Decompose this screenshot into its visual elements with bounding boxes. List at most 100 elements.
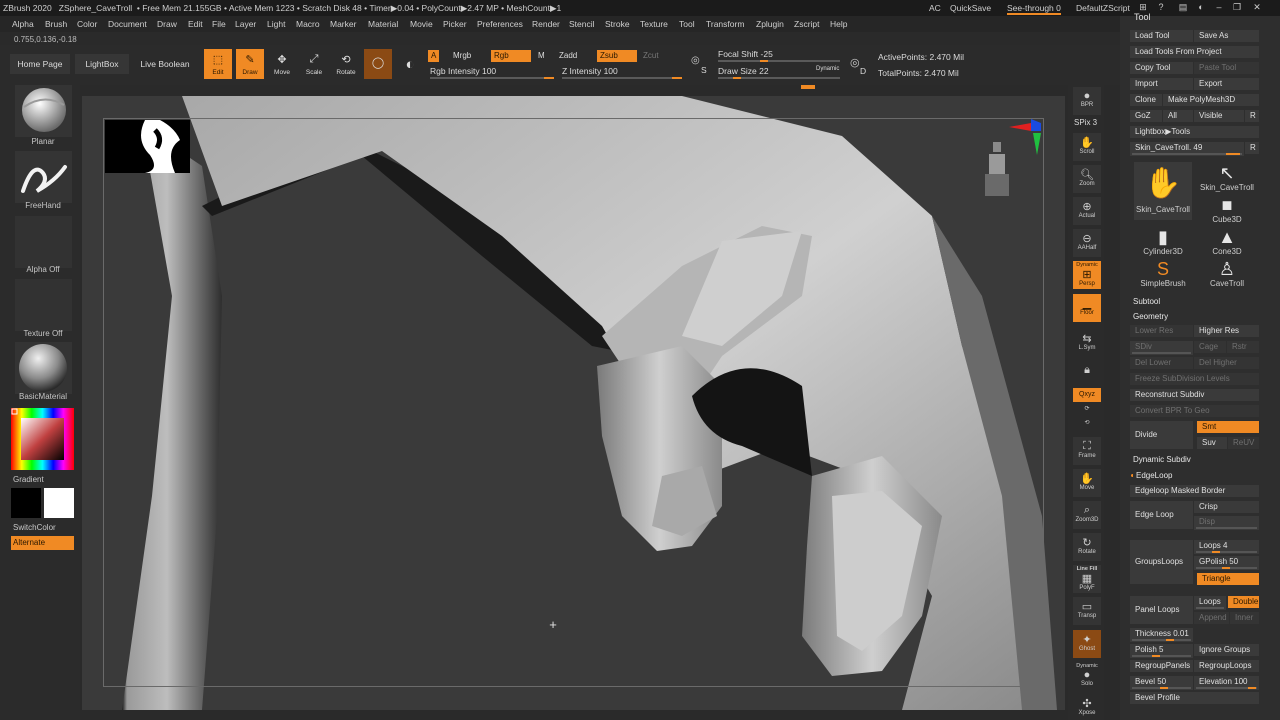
load-from-project-button[interactable]: Load Tools From Project	[1130, 46, 1259, 58]
menu-stencil[interactable]: Stencil	[569, 19, 595, 29]
rotate-mode-button[interactable]: ⟲ Rotate	[332, 49, 360, 79]
regroup-panels-toggle[interactable]: RegroupPanels	[1130, 660, 1193, 672]
texture-thumbnail[interactable]	[15, 279, 72, 331]
suv-toggle[interactable]: Suv	[1197, 437, 1227, 449]
viewport-canvas[interactable]	[82, 96, 1065, 710]
rotate-y-icon[interactable]: ⟳	[1073, 405, 1101, 419]
zcut-toggle[interactable]: Zcut	[640, 50, 662, 62]
persp-button[interactable]: Dynamic ⊞ Persp	[1073, 261, 1101, 289]
append-toggle[interactable]: Append	[1194, 612, 1229, 624]
menu-marker[interactable]: Marker	[330, 19, 356, 29]
quicksave-button[interactable]: QuickSave	[950, 3, 991, 13]
loops-slider[interactable]: Loops 4	[1194, 540, 1259, 554]
material-sphere-button[interactable]: ◐	[396, 49, 424, 79]
goz-visible-button[interactable]: Visible	[1194, 110, 1244, 122]
import-button[interactable]: Import	[1130, 78, 1193, 90]
geometry-header[interactable]: Geometry	[1130, 311, 1259, 323]
regroup-loops-toggle[interactable]: RegroupLoops	[1194, 660, 1259, 672]
menu-macro[interactable]: Macro	[296, 19, 320, 29]
focal-icon[interactable]: ◎	[691, 55, 700, 66]
zadd-toggle[interactable]: Zadd	[556, 50, 580, 62]
menu-help[interactable]: Help	[830, 19, 847, 29]
minimize-icon[interactable]: –	[1212, 2, 1226, 14]
lower-res-button[interactable]: Lower Res	[1130, 325, 1193, 337]
focal-shift-track[interactable]	[718, 60, 840, 62]
bpr-button[interactable]: ● BPR	[1073, 87, 1101, 115]
crisp-toggle[interactable]: Crisp	[1194, 501, 1259, 513]
spix-slider[interactable]: SPix 3	[1074, 118, 1097, 127]
scale-mode-button[interactable]: ⤢ Scale	[300, 49, 328, 79]
help-icon[interactable]: ?	[1154, 2, 1168, 14]
goz-all-button[interactable]: All	[1163, 110, 1193, 122]
axis-gizmo[interactable]	[1005, 117, 1045, 157]
menu-color[interactable]: Color	[77, 19, 97, 29]
lightbox-tools-button[interactable]: Lightbox▶Tools	[1130, 126, 1259, 138]
load-tool-button[interactable]: Load Tool	[1130, 30, 1193, 42]
thickness-slider[interactable]: Thickness 0.01	[1130, 628, 1193, 642]
floor-button[interactable]: ▁ Floor	[1073, 294, 1101, 322]
menu-zplugin[interactable]: Zplugin	[756, 19, 784, 29]
panel-loops-slider[interactable]: Loops	[1194, 596, 1226, 610]
main-color-swatch[interactable]	[11, 488, 41, 518]
export-button[interactable]: Export	[1194, 78, 1259, 90]
menu-texture[interactable]: Texture	[640, 19, 668, 29]
menu-render[interactable]: Render	[532, 19, 560, 29]
ignore-groups-toggle[interactable]: Ignore Groups	[1194, 644, 1259, 656]
default-zscript-button[interactable]: DefaultZScript	[1076, 3, 1130, 13]
paste-tool-button[interactable]: Paste Tool	[1194, 62, 1259, 74]
polyf-button[interactable]: Line Fill ▦ PolyF	[1073, 565, 1101, 593]
goz-r-button[interactable]: R	[1245, 110, 1259, 122]
aahalf-button[interactable]: ⊖ AAHalf	[1073, 229, 1101, 257]
edit-mode-button[interactable]: ⬚ Edit	[204, 49, 232, 79]
dynamic-toggle[interactable]: Dynamic	[816, 66, 839, 72]
rgb-toggle[interactable]: Rgb	[491, 50, 531, 62]
edgeloop-header[interactable]: EdgeLoop	[1133, 470, 1259, 482]
panel-loops-button[interactable]: Panel Loops	[1130, 596, 1193, 624]
zoom3d-button[interactable]: ⌕ Zoom3D	[1073, 501, 1101, 529]
brush-preview-button[interactable]: ◯	[364, 49, 392, 79]
rstr-button[interactable]: Rstr	[1227, 341, 1259, 353]
double-toggle[interactable]: Double	[1228, 596, 1259, 608]
home-page-button[interactable]: Home Page	[10, 54, 70, 74]
actual-button[interactable]: ⊕ Actual	[1073, 197, 1101, 225]
ac-button[interactable]: AC	[929, 3, 941, 13]
menu-movie[interactable]: Movie	[410, 19, 433, 29]
close-icon[interactable]: ✕	[1250, 2, 1264, 14]
menu-layer[interactable]: Layer	[235, 19, 256, 29]
menu-preferences[interactable]: Preferences	[477, 19, 523, 29]
rgb-intensity-slider[interactable]: Rgb Intensity 100	[430, 66, 496, 76]
edgeloop-masked-border-button[interactable]: Edgeloop Masked Border	[1130, 485, 1259, 497]
a-toggle[interactable]: A	[428, 50, 440, 62]
del-lower-button[interactable]: Del Lower	[1130, 357, 1193, 369]
frame-button[interactable]: ⛶ Frame	[1073, 437, 1101, 465]
xyz-button[interactable]: Qxyz	[1073, 388, 1101, 402]
del-higher-button[interactable]: Del Higher	[1194, 357, 1259, 369]
divide-button[interactable]: Divide	[1130, 421, 1193, 449]
reuv-toggle[interactable]: ReUV	[1228, 437, 1259, 449]
live-boolean-button[interactable]: Live Boolean	[134, 54, 196, 74]
menu-transform[interactable]: Transform	[706, 19, 744, 29]
copy-tool-button[interactable]: Copy Tool	[1130, 62, 1193, 74]
lightbox-button[interactable]: LightBox	[75, 54, 129, 74]
clone-button[interactable]: Clone	[1130, 94, 1162, 106]
edge-loop-button[interactable]: Edge Loop	[1130, 501, 1193, 529]
xpose-button[interactable]: ✣ Xpose	[1073, 694, 1101, 720]
menu-stroke[interactable]: Stroke	[605, 19, 630, 29]
menu-tool[interactable]: Tool	[679, 19, 695, 29]
focal-shift-slider[interactable]: Focal Shift -25	[718, 49, 773, 59]
cage-button[interactable]: Cage	[1194, 341, 1226, 353]
menu-edit[interactable]: Edit	[188, 19, 203, 29]
color-picker[interactable]	[11, 408, 74, 470]
menu-light[interactable]: Light	[267, 19, 285, 29]
tool-thumb-skin-cavetroll[interactable]: ✋ Skin_CaveTroll	[1134, 162, 1192, 220]
menu-brush[interactable]: Brush	[45, 19, 67, 29]
polish-slider[interactable]: Polish 5	[1130, 644, 1193, 658]
rotate-view-button[interactable]: ↻ Rotate	[1073, 533, 1101, 561]
z-intensity-track[interactable]	[562, 77, 682, 79]
make-polymesh-button[interactable]: Make PolyMesh3D	[1163, 94, 1259, 106]
draw-mode-button[interactable]: ✎ Draw	[236, 49, 264, 79]
tool-thumb-simplebrush[interactable]: S SimpleBrush	[1134, 258, 1192, 288]
solo-button[interactable]: Dynamic ● Solo	[1073, 662, 1101, 690]
toggle-panels-icon[interactable]: ◐	[1194, 2, 1208, 14]
secondary-color-swatch[interactable]	[44, 488, 74, 518]
